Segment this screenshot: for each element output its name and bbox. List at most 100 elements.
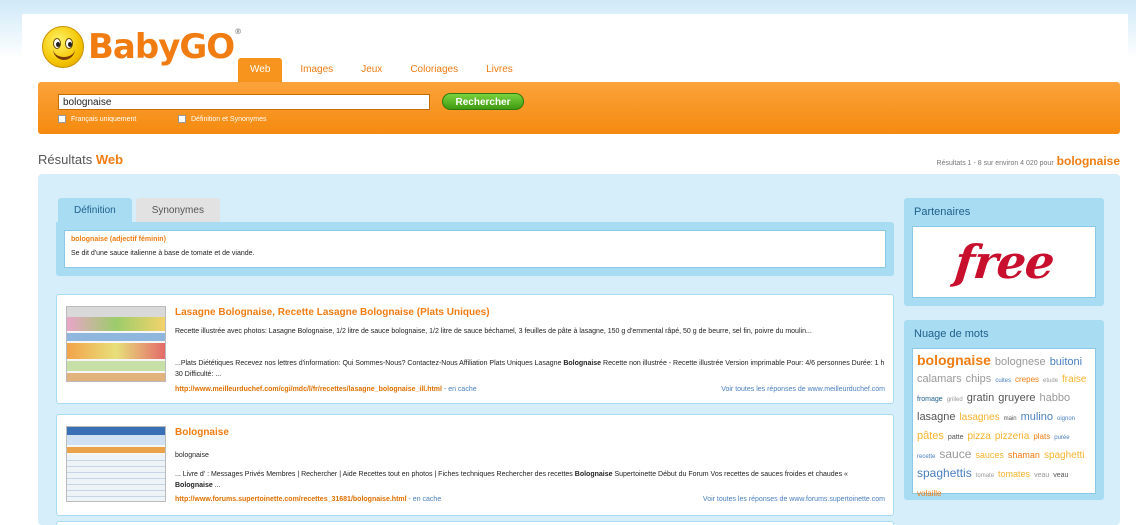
result-snippet-part: ... (212, 482, 221, 489)
word-cloud-item[interactable]: mulino (1021, 410, 1053, 425)
word-cloud: bolognaise bolognese buitonicalamars chips c… (912, 348, 1096, 498)
result-item: Bolognaise bolognaise ... Livre d' : Mes… (56, 414, 894, 516)
word-cloud-item[interactable]: lasagnes (960, 410, 1000, 425)
definition-tabs: Définition Synonymes (58, 198, 224, 222)
search-bar: Rechercher Français uniquement Définitio… (38, 82, 1120, 134)
result-snippet-part: Supertoinette Début du Forum Vos recette… (612, 471, 848, 478)
more-results-link[interactable]: Voir toutes les réponses de www.forums.s… (703, 496, 885, 503)
word-cloud-item[interactable]: recette (917, 450, 935, 465)
french-only-option[interactable]: Français uniquement (58, 115, 136, 123)
more-results-link[interactable]: Voir toutes les réponses de www.meilleur… (721, 386, 885, 393)
search-input[interactable] (58, 94, 430, 110)
word-cloud-box: Nuage de mots bolognaise bolognese buitoni… (904, 320, 1104, 500)
result-title-link[interactable]: Bolognaise (175, 427, 229, 438)
tab-synonyms[interactable]: Synonymes (135, 198, 220, 222)
tab-definition[interactable]: Définition (58, 198, 132, 222)
result-thumbnail[interactable] (66, 426, 166, 502)
result-snippet-part: ... Livre d' : Messages Privés Membres |… (175, 471, 575, 478)
word-cloud-item[interactable]: veau (1053, 468, 1068, 483)
word-cloud-item[interactable]: gratin (967, 391, 995, 406)
result-snippet-term: Bolognaise (175, 482, 213, 489)
cache-link[interactable]: - en cache (442, 386, 477, 393)
word-cloud-item[interactable]: patte (948, 430, 964, 445)
word-cloud-item[interactable]: buitoni (1050, 355, 1082, 370)
tab-jeux[interactable]: Jeux (351, 58, 392, 82)
free-logo: free (951, 235, 1057, 289)
word-cloud-item[interactable]: calamars (917, 372, 962, 387)
result-snippet-part: ...Plats Diététiques Recevez nos lettres… (175, 360, 564, 367)
registered-mark: ® (234, 27, 242, 36)
results-count-text: Résultats 1 - 8 sur environ 4 020 pour (936, 160, 1054, 167)
word-cloud-item[interactable]: cuites (995, 374, 1011, 389)
logo-text: BabyGO® (88, 27, 242, 67)
word-cloud-item[interactable]: grilled (947, 393, 963, 408)
smiley-icon (42, 26, 84, 68)
results-heading: Résultats Web (38, 152, 123, 167)
word-cloud-title: Nuage de mots (914, 328, 989, 340)
babygo-logo[interactable]: BabyGO® (42, 26, 242, 68)
result-url: http://www.forums.supertoinette.com/rece… (175, 496, 441, 503)
word-cloud-item[interactable]: fraise (1062, 372, 1086, 387)
result-url-link[interactable]: http://www.forums.supertoinette.com/rece… (175, 496, 407, 503)
result-snippet-term: Bolognaise (574, 471, 613, 478)
result-thumbnail[interactable] (66, 306, 166, 382)
tab-coloriages[interactable]: Coloriages (400, 58, 468, 82)
search-button[interactable]: Rechercher (442, 93, 524, 110)
definition-option[interactable]: Définition et Synonymes (178, 115, 266, 123)
word-cloud-item[interactable]: plats (1033, 429, 1050, 444)
result-snippet-term: Bolognaise (563, 360, 602, 367)
result-snippet: bolognaise (175, 452, 209, 459)
smiley-eye-left (53, 38, 61, 49)
free-partner-banner[interactable]: free (912, 226, 1096, 298)
definition-checkbox[interactable] (178, 115, 186, 123)
smiley-eye-right (65, 38, 73, 49)
word-cloud-item[interactable]: habbo (1040, 391, 1071, 406)
result-item: Lasagne Bolognaise, Recette Lasagne Bolo… (56, 294, 894, 404)
cache-link[interactable]: - en cache (407, 496, 442, 503)
results-count-term: bolognaise (1056, 154, 1120, 168)
word-cloud-item[interactable]: pizza (968, 429, 991, 444)
result-title-link[interactable]: Lasagne Bolognaise, Recette Lasagne Bolo… (175, 307, 490, 318)
tab-web[interactable]: Web (238, 58, 283, 82)
word-cloud-item[interactable]: lasagne (917, 410, 956, 425)
definition-label: Définition et Synonymes (191, 115, 267, 123)
word-cloud-item[interactable]: spaghetti (1044, 448, 1085, 463)
french-only-checkbox[interactable] (58, 115, 66, 123)
word-cloud-item[interactable]: spaghettis (917, 466, 972, 481)
word-cloud-item[interactable]: gruyere (998, 391, 1035, 406)
word-cloud-item[interactable]: tomate (976, 469, 994, 484)
partners-box: Partenaires free (904, 198, 1104, 306)
word-cloud-item[interactable]: volaille (917, 486, 941, 501)
logo-wordmark: BabyGO (88, 27, 235, 67)
word-cloud-item[interactable]: main (1004, 412, 1017, 427)
word-cloud-item[interactable]: veau (1034, 468, 1049, 483)
word-cloud-item[interactable]: fromage (917, 392, 943, 407)
word-cloud-item[interactable]: tomates (998, 467, 1030, 482)
partners-title: Partenaires (914, 206, 971, 218)
tab-images[interactable]: Images (290, 58, 343, 82)
word-cloud-item[interactable]: shaman (1008, 448, 1040, 463)
word-cloud-item[interactable]: purée (1054, 431, 1069, 446)
word-cloud-item[interactable]: bolognese (995, 355, 1046, 370)
result-item-partial (56, 521, 894, 525)
word-cloud-item[interactable]: chips (966, 372, 992, 387)
result-url: http://www.meilleurduchef.com/cgi/mdc/l/… (175, 386, 477, 393)
result-snippet-extended: ... Livre d' : Messages Privés Membres |… (175, 469, 887, 491)
result-snippet-extended: ...Plats Diététiques Recevez nos lettres… (175, 358, 887, 380)
word-cloud-item[interactable]: pizzeria (995, 429, 1029, 444)
word-cloud-item[interactable]: sauce (939, 447, 971, 462)
word-cloud-item[interactable]: pâtes (917, 429, 944, 444)
word-cloud-item[interactable]: etude (1043, 374, 1058, 389)
definition-box: bolognaise (adjectif féminin) Se dit d'u… (56, 222, 894, 276)
tab-livres[interactable]: Livres (476, 58, 523, 82)
definition-content: bolognaise (adjectif féminin) Se dit d'u… (64, 230, 886, 268)
result-url-link[interactable]: http://www.meilleurduchef.com/cgi/mdc/l/… (175, 386, 442, 393)
results-heading-label: Résultats (38, 152, 93, 167)
word-cloud-item[interactable]: sauces (975, 448, 1004, 463)
word-cloud-item[interactable]: crepes (1015, 372, 1039, 387)
definition-headword: bolognaise (adjectif féminin) (71, 236, 166, 243)
french-only-label: Français uniquement (71, 115, 137, 123)
results-heading-emph: Web (95, 152, 124, 167)
word-cloud-item[interactable]: bolognaise (917, 353, 991, 368)
word-cloud-item[interactable]: oignon (1057, 412, 1075, 427)
